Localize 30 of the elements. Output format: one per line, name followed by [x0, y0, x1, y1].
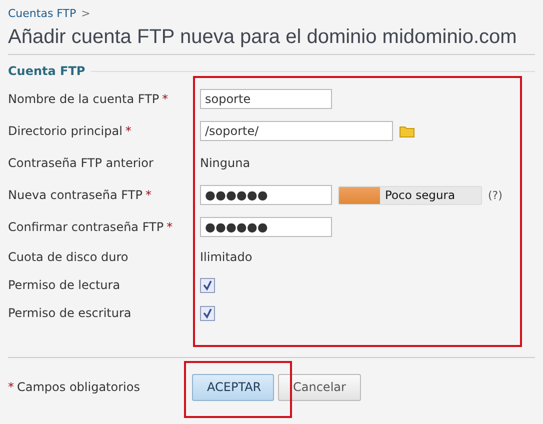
help-link[interactable]: (?) [488, 188, 502, 202]
required-mark: * [166, 220, 173, 234]
strength-reading: Poco segura [385, 188, 456, 202]
breadcrumb-separator: > [81, 6, 90, 20]
field-value: Ninguna [200, 156, 250, 170]
field-label: Nombre de la cuenta FTP [8, 92, 160, 106]
field-label: Nueva contraseña FTP [8, 188, 142, 202]
required-mark: * [162, 92, 168, 106]
field-label: Permiso de lectura [8, 278, 120, 292]
field-value: Ilimitado [200, 250, 252, 264]
cancel-button[interactable]: Cancelar [278, 374, 361, 400]
field-label: Permiso de escritura [8, 306, 132, 320]
breadcrumb-link[interactable]: Cuentas FTP [8, 6, 76, 20]
field-label: Contraseña FTP anterior [8, 156, 154, 170]
page-title: Añadir cuenta FTP nueva para el dominio midominio.com [8, 24, 535, 55]
input-field[interactable]: soporte [200, 89, 332, 109]
password-field[interactable]: ●●●●●● [200, 185, 332, 205]
checkbox[interactable] [200, 306, 215, 320]
required-mark: * [125, 124, 132, 138]
field-label: Directorio principal [8, 124, 122, 138]
required-mark: * [8, 380, 14, 394]
field-label: Confirmar contraseña FTP [8, 220, 164, 234]
section-title: Cuenta FTP [8, 64, 86, 78]
checkbox[interactable] [200, 278, 215, 292]
accept-button[interactable]: ACEPTAR [192, 374, 274, 400]
required-note: Campos obligatorios [17, 380, 140, 394]
input-field[interactable]: /soporte/ [200, 121, 393, 141]
input-field[interactable]: ●●●●●● [200, 217, 332, 237]
field-label: Cuota de disco duro [8, 250, 128, 264]
required-mark: * [145, 188, 152, 202]
